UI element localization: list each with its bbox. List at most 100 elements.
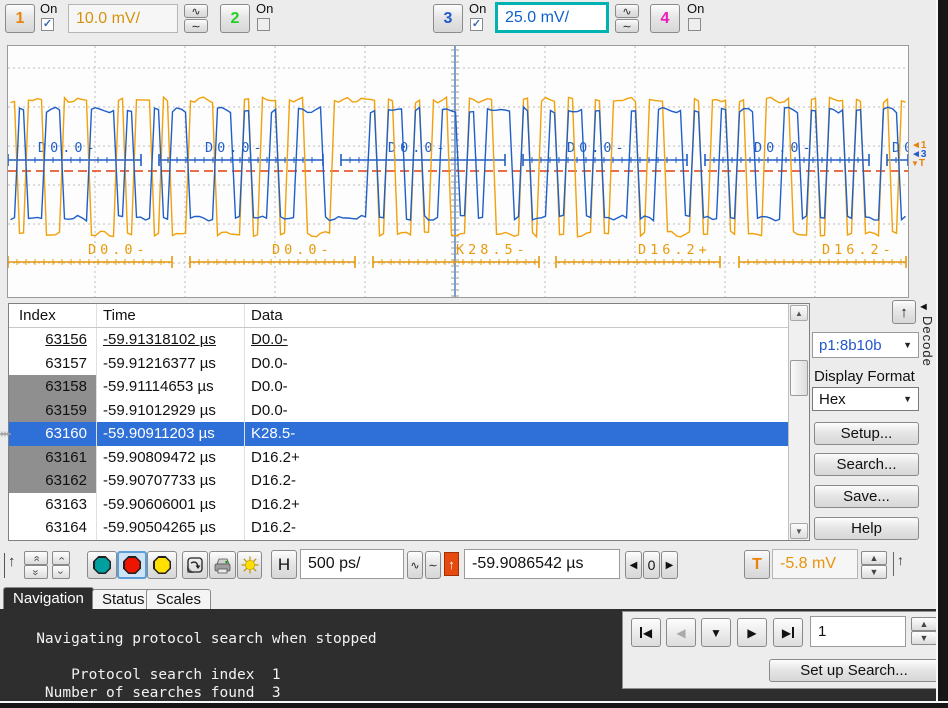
channel-3-scale-down-button[interactable]: ∼ [615, 19, 639, 33]
column-header-time[interactable]: Time [97, 304, 245, 327]
channel-1-button[interactable]: 1 [5, 4, 35, 33]
decode-source-select[interactable]: p1:8b10b ▼ [812, 332, 919, 358]
display-format-select[interactable]: Hex ▼ [812, 387, 919, 411]
table-cell[interactable]: 63156 [9, 328, 97, 352]
scrollbar-up-icon[interactable]: ▲ [790, 305, 808, 321]
channel-2-button[interactable]: 2 [220, 4, 250, 33]
table-row[interactable]: 63156 -59.91318102 µs D0.0- [9, 328, 788, 352]
next-result-button[interactable]: ▶ [737, 618, 767, 647]
table-cell[interactable]: 63164 [9, 516, 97, 540]
table-cell[interactable]: D0.0- [245, 399, 788, 423]
channel-1-on-checkbox[interactable]: ✓ [41, 18, 54, 31]
last-result-button[interactable]: ▶ [773, 618, 803, 647]
setup-button[interactable]: Setup... [814, 422, 919, 445]
table-row[interactable]: 63164 -59.90504265 µs D16.2- [9, 516, 788, 540]
waveform-display[interactable]: D0.0-D0.0-D0.0-D0.0-D0.0-D0.0-D0.0-D0.0-… [7, 45, 948, 298]
up-triangle-icon[interactable]: ▲ [911, 617, 937, 631]
channel-2-on-checkbox[interactable] [257, 18, 270, 31]
table-cell[interactable]: D16.2- [245, 469, 788, 493]
table-cell[interactable]: 63158 [9, 375, 97, 399]
table-cell[interactable]: -59.90504265 µs [97, 516, 245, 540]
delay-zero-button[interactable]: 0 [643, 551, 660, 579]
table-row[interactable]: 63158 -59.91114653 µs D0.0- [9, 375, 788, 399]
save-button[interactable]: Save... [814, 485, 919, 508]
trigger-level-field[interactable]: -5.8 mV [772, 549, 858, 579]
coarse-adjust-spinner[interactable]: « « [24, 551, 48, 579]
trigger-button[interactable]: T [744, 550, 770, 579]
search-index-field[interactable]: 1 [810, 616, 906, 647]
column-header-data[interactable]: Data [245, 304, 788, 327]
channel-3-scale-field[interactable]: 25.0 mV/ [495, 2, 609, 33]
table-cell[interactable]: K28.5- [245, 422, 788, 446]
down-triangle-icon[interactable]: ▼ [911, 631, 937, 645]
collapse-panel-button[interactable]: ↑ [892, 300, 916, 324]
channel-3-on-checkbox[interactable]: ✓ [470, 18, 483, 31]
horizontal-scale-field[interactable]: 500 ps/ [300, 549, 404, 579]
print-button[interactable] [209, 551, 236, 579]
table-cell[interactable]: D0.0- [245, 375, 788, 399]
stop-button[interactable] [117, 551, 147, 579]
up-triangle-icon[interactable]: ▲ [861, 551, 887, 565]
table-cell[interactable]: D16.2+ [245, 493, 788, 517]
chevron-down-icon[interactable]: « [24, 565, 48, 579]
table-scrollbar[interactable]: ▲ ▼ [788, 304, 809, 540]
table-row[interactable]: 63159 -59.91012929 µs D0.0- [9, 398, 788, 423]
channel-1-scale-up-button[interactable]: ∿ [184, 4, 208, 18]
set-up-search-button[interactable]: Set up Search... [769, 659, 939, 682]
table-cell[interactable]: -59.90911203 µs [97, 422, 245, 446]
column-header-index[interactable]: Index [9, 304, 97, 327]
fine-adjust-spinner[interactable]: ‹ ‹ [52, 551, 70, 579]
channel-1-scale-down-button[interactable]: ∼ [184, 19, 208, 33]
table-cell[interactable]: 63161 [9, 445, 97, 469]
channel-4-button[interactable]: 4 [650, 4, 680, 33]
trigger-level-spinner[interactable]: ▲ ▼ [861, 551, 887, 579]
touch-toggle-button[interactable] [182, 551, 208, 579]
table-cell[interactable]: D0.0- [245, 328, 788, 352]
search-index-spinner[interactable]: ▲ ▼ [911, 617, 937, 645]
table-cell[interactable]: -59.91216377 µs [97, 351, 245, 375]
table-row[interactable]: 63162 -59.90707733 µs D16.2- [9, 469, 788, 493]
single-button[interactable] [147, 551, 177, 579]
table-cell[interactable]: D16.2+ [245, 446, 788, 470]
table-cell[interactable]: 63162 [9, 469, 97, 493]
horizontal-delay-field[interactable]: -59.9086542 µs [464, 549, 620, 579]
table-cell[interactable]: -59.91318102 µs [97, 328, 245, 352]
brightness-button[interactable] [237, 551, 262, 579]
decode-side-tab[interactable]: Decode [920, 316, 935, 367]
table-cell[interactable]: -59.91012929 µs [97, 398, 245, 422]
horizontal-zoom-out-button[interactable]: ∿ [407, 551, 423, 579]
delay-decrease-button[interactable]: ◀ [625, 551, 642, 579]
scrollbar-thumb[interactable] [790, 360, 808, 396]
run-button[interactable] [87, 551, 117, 579]
down-triangle-icon[interactable]: ▼ [861, 565, 887, 579]
horizontal-zoom-in-button[interactable]: ∼ [425, 551, 441, 579]
chevron-up-icon[interactable]: « [24, 551, 48, 565]
table-cell[interactable]: 63159 [9, 398, 97, 422]
table-row[interactable]: 63163 -59.90606001 µs D16.2+ [9, 492, 788, 517]
tab-scales[interactable]: Scales [146, 589, 212, 609]
trigger-level-marker[interactable]: ▼T [911, 159, 937, 169]
delay-increase-button[interactable]: ▶ [661, 551, 678, 579]
channel-3-button[interactable]: 3 [433, 4, 463, 33]
table-row[interactable]: 63160 -59.90911203 µs K28.5- [9, 422, 788, 446]
tab-navigation[interactable]: Navigation [3, 587, 94, 609]
channel-4-on-checkbox[interactable] [688, 18, 701, 31]
table-cell[interactable]: 63160 [9, 422, 97, 446]
search-button[interactable]: Search... [814, 453, 919, 476]
channel-1-scale-field[interactable]: 10.0 mV/ [68, 4, 178, 33]
table-cell[interactable]: -59.90707733 µs [97, 469, 245, 493]
table-cell[interactable]: -59.90809472 µs [97, 445, 245, 469]
table-cell[interactable]: 63157 [9, 351, 97, 375]
chevron-down-icon[interactable]: ‹ [52, 565, 70, 579]
table-row[interactable]: 63157 -59.91216377 µs D0.0- [9, 351, 788, 375]
table-row[interactable]: 63161 -59.90809472 µs D16.2+ [9, 445, 788, 470]
table-cell[interactable]: -59.91114653 µs [97, 375, 245, 399]
help-button[interactable]: Help [814, 517, 919, 540]
first-result-button[interactable]: ◀ [631, 618, 661, 647]
down-result-button[interactable]: ▼ [701, 618, 731, 647]
marker-to-top-icon[interactable]: ↑ [4, 553, 20, 578]
chevron-up-icon[interactable]: ‹ [52, 551, 70, 565]
table-cell[interactable]: -59.90606001 µs [97, 492, 245, 516]
trigger-slope-icon[interactable]: ↑ [893, 552, 909, 576]
table-cell[interactable]: 63163 [9, 492, 97, 516]
